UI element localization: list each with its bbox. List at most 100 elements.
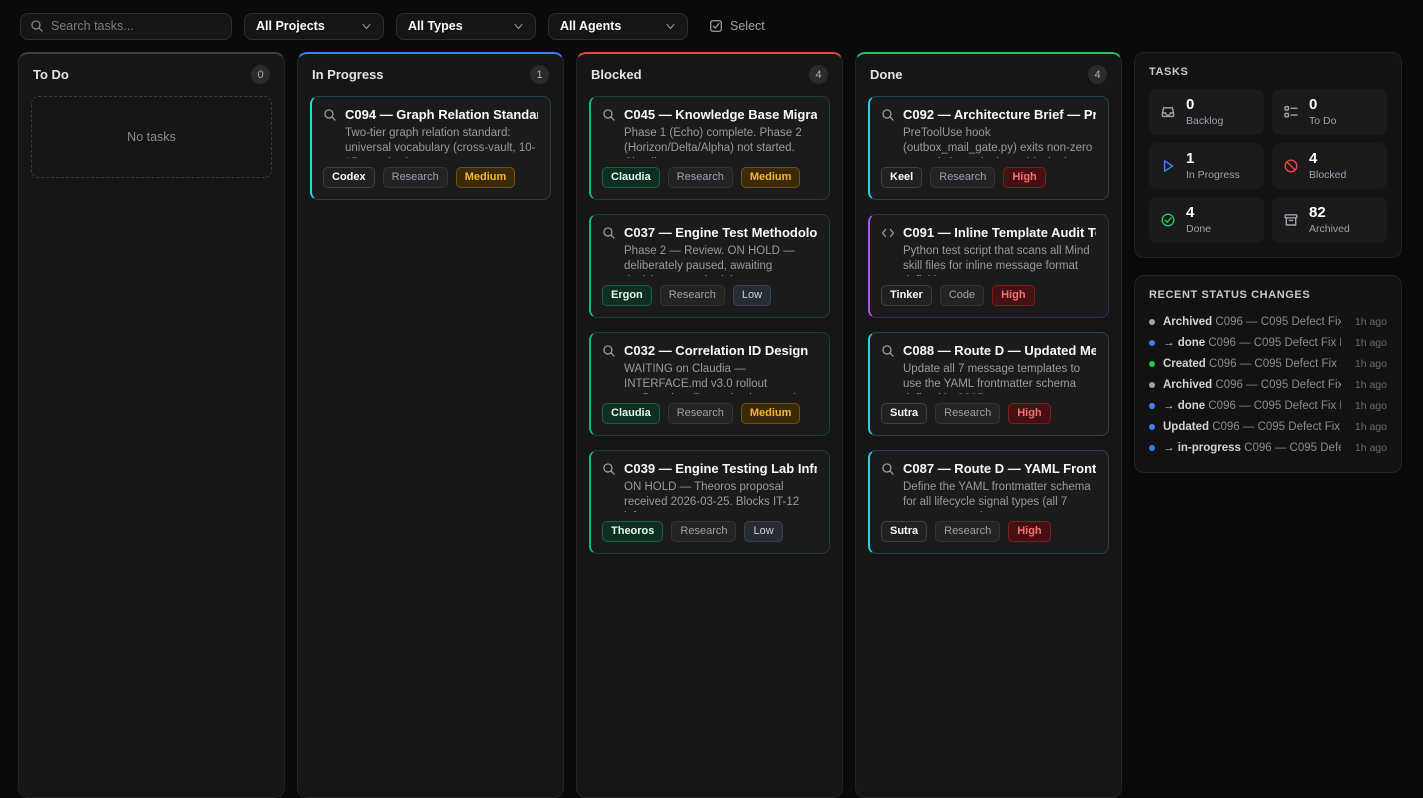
card-tags: Theoros Research Low bbox=[602, 521, 817, 542]
stat-done[interactable]: 4Done bbox=[1149, 197, 1264, 243]
stat-backlog[interactable]: 0Backlog bbox=[1149, 89, 1264, 135]
chevron-down-icon bbox=[665, 21, 676, 32]
filter-dropdown-types[interactable]: All Types bbox=[396, 13, 536, 40]
card-header: C032 — Correlation ID Design bbox=[602, 343, 817, 358]
empty-state: No tasks bbox=[31, 96, 272, 178]
search-box[interactable] bbox=[20, 13, 232, 40]
task-card[interactable]: C092 — Architecture Brief — PreTo...PreT… bbox=[868, 96, 1109, 200]
column-title: To Do bbox=[33, 67, 69, 82]
tasks-summary-panel: TASKS 0Backlog0To Do1In Progress4Blocked… bbox=[1134, 52, 1402, 258]
stat-archived[interactable]: 82Archived bbox=[1272, 197, 1387, 243]
stat-text: 0To Do bbox=[1309, 97, 1336, 127]
card-description: WAITING on Claudia — INTERFACE.md v3.0 r… bbox=[624, 362, 817, 394]
search-icon bbox=[881, 108, 895, 122]
status-task-title: C096 — C095 Defect Fix Pass bbox=[1209, 358, 1341, 370]
code-icon bbox=[881, 226, 895, 240]
status-dot-icon bbox=[1149, 403, 1155, 409]
select-button[interactable]: Select bbox=[709, 19, 765, 33]
tag-research: Research bbox=[671, 521, 736, 542]
card-description: ON HOLD — Theoros proposal received 2026… bbox=[624, 480, 817, 512]
status-task-title: C096 — C095 Defect Fix Pass bbox=[1215, 316, 1340, 328]
status-dot-icon bbox=[1149, 382, 1155, 388]
filter-dropdown-label: All Types bbox=[408, 19, 463, 33]
status-timestamp: 1h ago bbox=[1355, 358, 1387, 370]
status-timestamp: 1h ago bbox=[1355, 400, 1387, 412]
column-title: Done bbox=[870, 67, 903, 82]
stat-text: 82Archived bbox=[1309, 205, 1350, 235]
recent-status-item[interactable]: Archived C096 — C095 Defect Fix Pass1h a… bbox=[1149, 311, 1387, 332]
card-header: C091 — Inline Template Audit Test f... bbox=[881, 225, 1096, 240]
task-card[interactable]: C037 — Engine Test Methodology ...Phase … bbox=[589, 214, 830, 318]
search-icon bbox=[881, 344, 895, 358]
column-count-badge: 4 bbox=[809, 65, 828, 84]
tag-high: High bbox=[1003, 167, 1045, 188]
task-stats-grid: 0Backlog 0To Do 1In Progress4Blocked 4Done 8… bbox=[1149, 89, 1387, 243]
card-description: Update all 7 message templates to use th… bbox=[903, 362, 1096, 394]
recent-status-item[interactable]: → in-progress C096 — C095 Defect Fix Pas… bbox=[1149, 437, 1387, 458]
column-header: Blocked4 bbox=[577, 54, 842, 93]
status-action: Updated bbox=[1163, 421, 1209, 433]
recent-status-item[interactable]: → done C096 — C095 Defect Fix Pass1h ago bbox=[1149, 332, 1387, 353]
recent-status-item[interactable]: Created C096 — C095 Defect Fix Pass1h ag… bbox=[1149, 353, 1387, 374]
column-todo: To Do0No tasks bbox=[18, 52, 285, 798]
status-task-title: C096 — C095 Defect Fix Pass bbox=[1215, 379, 1340, 391]
inbox-icon bbox=[1160, 104, 1176, 120]
stat-blocked[interactable]: 4Blocked bbox=[1272, 143, 1387, 189]
status-task-title: C096 — C095 Defect Fix Pass bbox=[1208, 400, 1341, 412]
card-title: C039 — Engine Testing Lab Infrastr... bbox=[624, 461, 817, 476]
status-task-title: C096 — C095 Defect Fix Pass bbox=[1244, 442, 1341, 454]
task-card[interactable]: C039 — Engine Testing Lab Infrastr... ON … bbox=[589, 450, 830, 554]
tag-medium: Medium bbox=[741, 167, 801, 188]
kanban-board: To Do0No tasks In Progress 1 C094 — Graph R… bbox=[0, 52, 1423, 798]
card-title: C088 — Route D — Updated Messa... bbox=[903, 343, 1096, 358]
task-card[interactable]: C045 — Knowledge Base MigrationPhase 1 (… bbox=[589, 96, 830, 200]
status-action: → done bbox=[1163, 337, 1205, 349]
stat-text: 4Done bbox=[1186, 205, 1211, 235]
stat-label: In Progress bbox=[1186, 169, 1240, 181]
status-dot-icon bbox=[1149, 445, 1155, 451]
recent-status-text: → done C096 — C095 Defect Fix Pass bbox=[1163, 400, 1341, 412]
blocked-icon bbox=[1283, 158, 1299, 174]
card-title: C032 — Correlation ID Design bbox=[624, 343, 808, 358]
filter-dropdown-agents[interactable]: All Agents bbox=[548, 13, 688, 40]
column-count-badge: 4 bbox=[1088, 65, 1107, 84]
task-card[interactable]: C087 — Route D — YAML Frontmat...Define … bbox=[868, 450, 1109, 554]
recent-status-text: Archived C096 — C095 Defect Fix Pass bbox=[1163, 379, 1341, 391]
status-timestamp: 1h ago bbox=[1355, 316, 1387, 328]
task-card[interactable]: C091 — Inline Template Audit Test f...Py… bbox=[868, 214, 1109, 318]
tag-codex: Codex bbox=[323, 167, 375, 188]
task-card[interactable]: C032 — Correlation ID Design WAITING on C… bbox=[589, 332, 830, 436]
card-description: Two-tier graph relation standard: univer… bbox=[345, 126, 538, 158]
checklist-icon bbox=[1283, 104, 1299, 120]
select-button-label: Select bbox=[730, 19, 765, 33]
card-title: C037 — Engine Test Methodology ... bbox=[624, 225, 817, 240]
check-circle-icon bbox=[1160, 212, 1176, 228]
column-count-badge: 1 bbox=[530, 65, 549, 84]
filter-dropdown-label: All Projects bbox=[256, 19, 325, 33]
task-card[interactable]: C088 — Route D — Updated Messa... Update … bbox=[868, 332, 1109, 436]
column-blocked: Blocked4C045 — Knowledge Base MigrationP… bbox=[576, 52, 843, 798]
search-icon bbox=[602, 462, 616, 476]
filter-dropdown-projects[interactable]: All Projects bbox=[244, 13, 384, 40]
play-icon bbox=[1160, 158, 1176, 174]
recent-status-panel: RECENT STATUS CHANGES Archived C096 — C0… bbox=[1134, 275, 1402, 473]
recent-status-item[interactable]: → done C096 — C095 Defect Fix Pass 1h ago bbox=[1149, 395, 1387, 416]
stat-to-do[interactable]: 0To Do bbox=[1272, 89, 1387, 135]
stat-in-progress[interactable]: 1In Progress bbox=[1149, 143, 1264, 189]
tag-high: High bbox=[992, 285, 1034, 306]
chevron-down-icon bbox=[361, 21, 372, 32]
search-input[interactable] bbox=[51, 19, 222, 33]
tag-theoros: Theoros bbox=[602, 521, 663, 542]
status-timestamp: 1h ago bbox=[1355, 379, 1387, 391]
recent-status-item[interactable]: Updated C096 — C095 Defect Fix Pass1h ag… bbox=[1149, 416, 1387, 437]
column-header: Done 4 bbox=[856, 54, 1121, 93]
tag-research: Research bbox=[383, 167, 448, 188]
stat-value: 4 bbox=[1186, 205, 1211, 222]
card-tags: CodexResearchMedium bbox=[323, 167, 538, 188]
column-body: C094 — Graph Relation Standard ...Two-ti… bbox=[298, 93, 563, 212]
recent-status-item[interactable]: Archived C096 — C095 Defect Fix Pass 1h a… bbox=[1149, 374, 1387, 395]
search-icon bbox=[323, 108, 337, 122]
tag-low: Low bbox=[744, 521, 782, 542]
search-icon bbox=[602, 108, 616, 122]
task-card[interactable]: C094 — Graph Relation Standard ...Two-ti… bbox=[310, 96, 551, 200]
